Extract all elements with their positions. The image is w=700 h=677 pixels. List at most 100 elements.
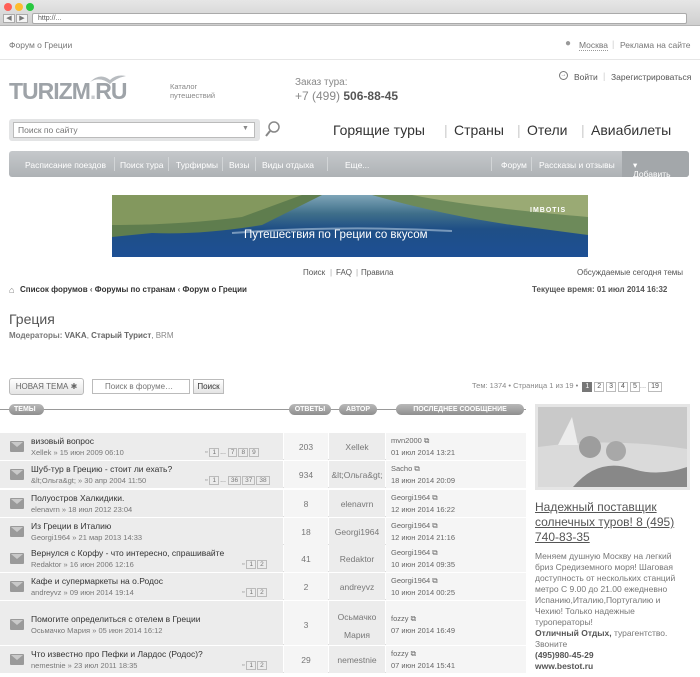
ad-image[interactable] xyxy=(535,404,690,490)
menu-add[interactable]: Добавить ▾ xyxy=(633,160,671,179)
site-search-input[interactable] xyxy=(13,122,255,138)
topic-row[interactable]: Кафе и супермаркеты на о.Родос andreyvz »… xyxy=(0,573,526,600)
search-icon[interactable] xyxy=(265,121,281,137)
topic-page-link[interactable]: 38 xyxy=(256,476,270,485)
topic-page-link[interactable]: 8 xyxy=(238,448,249,457)
topic-author[interactable]: andreyvz xyxy=(329,582,385,592)
menu-more[interactable]: Еще... xyxy=(345,160,369,170)
topic-title[interactable]: Кафе и супермаркеты на о.Родос xyxy=(31,576,163,586)
last-post-user[interactable]: fozzy ⧉ xyxy=(391,614,416,624)
topic-row[interactable]: Вернулся с Корфу - что интересно, спраши… xyxy=(0,545,526,572)
topic-row[interactable]: Шуб-тур в Грецию - стоит ли ехать? &lt;Ол… xyxy=(0,461,526,488)
goto-post-icon[interactable]: ⧉ xyxy=(411,614,416,623)
today-topics-link[interactable]: Обсуждаемые сегодня темы xyxy=(577,268,683,277)
topic-author[interactable]: &lt;Ольга&gt; xyxy=(329,470,385,480)
last-post-user[interactable]: Georgi1964 ⧉ xyxy=(391,493,438,503)
topic-author[interactable]: Redaktor xyxy=(329,554,385,564)
page-3-button[interactable]: 3 xyxy=(606,382,617,392)
topic-author[interactable]: Xellek xyxy=(329,442,385,452)
menu-trains[interactable]: Расписание поездов xyxy=(25,160,106,170)
goto-post-icon[interactable]: ⧉ xyxy=(432,521,437,530)
topic-title[interactable]: Шуб-тур в Грецию - стоит ли ехать? xyxy=(31,464,172,474)
forum-search-button[interactable]: Поиск xyxy=(193,379,224,394)
topic-title[interactable]: Помогите определиться с отелем в Греции xyxy=(31,614,201,624)
topic-row[interactable]: визовый вопрос Xellek » 15 июн 2009 06:10… xyxy=(0,433,526,460)
topic-page-link[interactable]: 9 xyxy=(249,448,259,457)
rules-link[interactable]: Правила xyxy=(361,268,393,277)
breadcrumb-greece[interactable]: Форум о Греции xyxy=(183,285,247,294)
city-selector[interactable]: Москва xyxy=(579,40,609,51)
menu-forum[interactable]: Форум xyxy=(501,160,527,170)
page-5-button[interactable]: 5 xyxy=(629,382,640,392)
new-topic-button[interactable]: НОВАЯ ТЕМА ✱ xyxy=(9,378,84,395)
forum-link[interactable]: Форум о Греции xyxy=(9,40,72,50)
topic-title[interactable]: Вернулся с Корфу - что интересно, спраши… xyxy=(31,548,224,558)
breadcrumb-countries[interactable]: Форумы по странам xyxy=(95,285,176,294)
forum-search-input[interactable] xyxy=(92,379,190,394)
topic-title[interactable]: Из Греции в Италию xyxy=(31,521,111,531)
menu-agencies[interactable]: Турфирмы xyxy=(176,160,218,170)
menu-stories[interactable]: Рассказы и отзывы xyxy=(539,160,615,170)
topic-page-link[interactable]: 2 xyxy=(257,661,267,670)
topic-row[interactable]: Помогите определиться с отелем в Греции О… xyxy=(0,601,526,645)
topic-author[interactable]: nemestnie xyxy=(329,655,385,665)
last-post-user[interactable]: Georgi1964 ⧉ xyxy=(391,548,438,558)
goto-post-icon[interactable]: ⧉ xyxy=(432,493,437,502)
topic-page-link[interactable]: 1 xyxy=(246,661,257,670)
page-4-button[interactable]: 4 xyxy=(618,382,628,392)
ads-link[interactable]: Реклама на сайте xyxy=(620,40,691,50)
last-post-user[interactable]: Georgi1964 ⧉ xyxy=(391,576,438,586)
moderator-link[interactable]: BRM xyxy=(156,331,174,340)
topic-row[interactable]: Полуостров Халкидики. elenavrn » 18 июл 2… xyxy=(0,490,526,517)
topic-page-link[interactable]: 1 xyxy=(209,476,220,485)
ad-headline[interactable]: Надежный поставщик солнечных туров! 8 (4… xyxy=(535,500,690,545)
menu-vacation-types[interactable]: Виды отдыха xyxy=(262,160,314,170)
goto-post-icon[interactable]: ⧉ xyxy=(411,649,416,658)
topic-page-link[interactable]: 36 xyxy=(227,476,242,485)
nav-flights[interactable]: Авиабилеты xyxy=(591,122,671,138)
topic-page-link[interactable]: 37 xyxy=(242,476,256,485)
topic-row[interactable]: Из Греции в Италию Georgi1964 » 21 мар 20… xyxy=(0,518,526,545)
ad-site-link[interactable]: www.bestot.ru xyxy=(535,661,593,671)
moderator-link[interactable]: Старый Турист xyxy=(91,331,151,340)
maximize-window-icon[interactable] xyxy=(26,3,34,11)
nav-hot-tours[interactable]: Горящие туры xyxy=(333,122,425,138)
chevron-down-icon[interactable]: ▼ xyxy=(242,125,249,132)
address-bar[interactable]: http://... xyxy=(32,13,687,24)
goto-post-icon[interactable]: ⧉ xyxy=(414,464,419,473)
menu-tour-search[interactable]: Поиск тура xyxy=(120,160,164,170)
topic-page-link[interactable]: 1 xyxy=(246,560,257,569)
forward-arrow-icon[interactable]: ▶ xyxy=(16,14,28,23)
page-2-button[interactable]: 2 xyxy=(594,382,605,392)
topic-title[interactable]: Полуостров Халкидики. xyxy=(31,493,124,503)
close-window-icon[interactable] xyxy=(4,3,12,11)
topic-title[interactable]: визовый вопрос xyxy=(31,436,94,446)
faq-link[interactable]: FAQ xyxy=(336,268,352,277)
page-19-button[interactable]: 19 xyxy=(648,382,662,392)
topic-page-link[interactable]: 2 xyxy=(257,560,267,569)
nav-hotels[interactable]: Отели xyxy=(527,122,567,138)
login-link[interactable]: Войти xyxy=(574,72,598,82)
last-post-user[interactable]: Georgi1964 ⧉ xyxy=(391,521,438,531)
topic-author[interactable]: Georgi1964 xyxy=(329,527,385,537)
topic-row[interactable]: Что известно про Пефки и Лардос (Родос)?… xyxy=(0,646,526,673)
moderator-link[interactable]: VAKA xyxy=(65,331,87,340)
register-link[interactable]: Зарегистрироваться xyxy=(611,72,691,82)
goto-post-icon[interactable]: ⧉ xyxy=(432,576,437,585)
topic-title[interactable]: Что известно про Пефки и Лардос (Родос)? xyxy=(31,649,203,659)
topic-page-link[interactable]: 2 xyxy=(257,588,267,597)
forum-search-link[interactable]: Поиск xyxy=(303,268,325,277)
topic-author[interactable]: elenavrn xyxy=(329,499,385,509)
goto-post-icon[interactable]: ⧉ xyxy=(432,548,437,557)
topic-page-link[interactable]: 7 xyxy=(227,448,238,457)
menu-visas[interactable]: Визы xyxy=(229,160,249,170)
topic-author[interactable]: Осьмачко Мария xyxy=(329,608,385,644)
topic-page-link[interactable]: 1 xyxy=(246,588,257,597)
page-1-button[interactable]: 1 xyxy=(582,382,593,392)
last-post-user[interactable]: mvn2000 ⧉ xyxy=(391,436,429,446)
last-post-user[interactable]: fozzy ⧉ xyxy=(391,649,416,659)
nav-countries[interactable]: Страны xyxy=(454,122,504,138)
banner-ad[interactable]: Путешествия по Греции со вкусом IMBOTIS xyxy=(112,195,588,257)
minimize-window-icon[interactable] xyxy=(15,3,23,11)
topic-page-link[interactable]: 1 xyxy=(209,448,220,457)
